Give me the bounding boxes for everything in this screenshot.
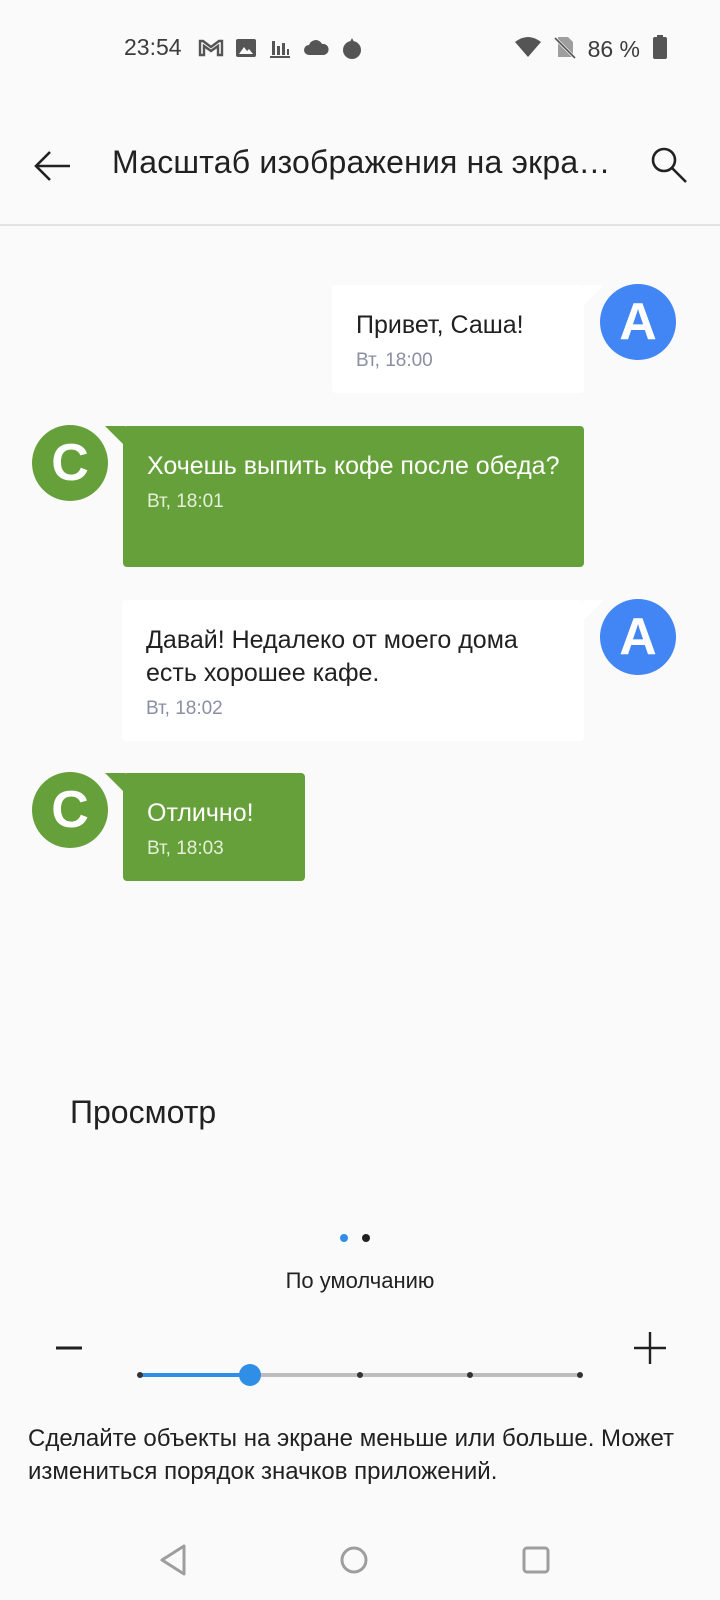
slider-tick[interactable] (137, 1372, 143, 1378)
system-icons: 86 % (514, 34, 668, 65)
scale-slider-fill (140, 1373, 250, 1377)
plus-icon (634, 1332, 666, 1364)
chart-icon (268, 37, 292, 64)
no-sim-icon (553, 35, 576, 64)
message-bubble-outgoing: Давай! Недалеко от моего дома есть хорош… (122, 600, 584, 741)
gmail-icon (198, 37, 224, 64)
status-bar: 23:54 86 % (0, 0, 720, 96)
avatar: C (32, 425, 108, 501)
square-recents-icon (522, 1546, 550, 1574)
wifi-icon (514, 36, 542, 63)
message-text: Привет, Саша! (356, 311, 524, 339)
notification-icons (198, 36, 364, 65)
increase-button[interactable] (630, 1322, 670, 1372)
bubble-tail (105, 773, 125, 793)
page-indicator[interactable] (340, 1234, 370, 1242)
message-time: Вт, 18:00 (356, 350, 433, 371)
bubble-tail (584, 600, 604, 620)
decrease-button[interactable] (54, 1322, 84, 1372)
scale-slider-thumb[interactable] (239, 1364, 261, 1386)
nav-back-button[interactable] (156, 1540, 196, 1580)
page-title: Масштаб изображения на экране (112, 144, 612, 180)
slider-tick[interactable] (577, 1372, 583, 1378)
search-button[interactable] (644, 140, 696, 192)
arrow-left-icon (34, 151, 70, 181)
status-time: 23:54 (124, 34, 182, 60)
cloud-icon (302, 37, 330, 64)
message-time: Вт, 18:02 (146, 698, 223, 719)
search-icon (651, 147, 687, 183)
battery-percent: 86 % (587, 36, 640, 62)
preview-heading: Просмотр (70, 1094, 217, 1130)
avatar: A (600, 284, 676, 360)
page-dot[interactable] (362, 1234, 370, 1242)
scale-value-label: По умолчанию (285, 1268, 435, 1293)
message-bubble-outgoing: Привет, Саша! Вт, 18:00 (332, 285, 584, 393)
avatar: A (600, 599, 676, 675)
slider-tick[interactable] (467, 1372, 473, 1378)
circle-home-icon (340, 1546, 368, 1574)
message-bubble-incoming: Хочешь выпить кофе после обеда? Вт, 18:0… (123, 426, 584, 567)
message-time: Вт, 18:01 (147, 491, 224, 512)
bubble-tail (105, 426, 125, 446)
slider-tick[interactable] (357, 1372, 363, 1378)
message-text: Отлично! (147, 799, 254, 827)
scale-description: Сделайте объекты на экране меньше или бо… (28, 1425, 674, 1485)
avatar: C (32, 772, 108, 848)
app-bar: Масштаб изображения на экране (0, 112, 720, 226)
message-time: Вт, 18:03 (147, 838, 224, 859)
minus-icon (56, 1346, 82, 1350)
triangle-back-icon (160, 1544, 186, 1576)
image-icon (234, 37, 258, 64)
message-text: Давай! Недалеко от моего дома есть хорош… (146, 626, 518, 687)
nav-recents-button[interactable] (516, 1540, 556, 1580)
message-bubble-incoming: Отлично! Вт, 18:03 (123, 773, 305, 881)
battery-icon (652, 34, 668, 65)
nav-home-button[interactable] (334, 1540, 374, 1580)
navigation-bar (0, 1520, 720, 1600)
page-dot[interactable] (340, 1234, 348, 1242)
bubble-tail (584, 285, 604, 305)
back-button[interactable] (28, 142, 76, 190)
flame-icon (340, 36, 364, 65)
message-text: Хочешь выпить кофе после обеда? (147, 452, 560, 480)
